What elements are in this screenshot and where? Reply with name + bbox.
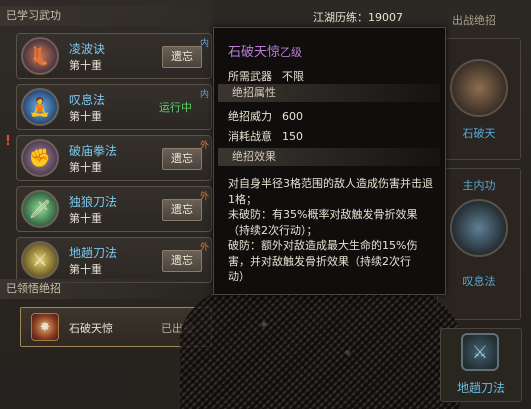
attr-header: 绝招属性 (218, 84, 440, 102)
meditation-icon: 🧘 (21, 88, 59, 126)
skill-row-dulang[interactable]: 🗡 独狼刀法 第十重 遗忘 外 (16, 186, 212, 232)
tooltip-title: 石破天惊乙级 (228, 41, 302, 60)
burst-icon: ✸ (31, 313, 59, 341)
power-line: 绝招威力 600 (228, 108, 303, 124)
inner-tag: 内 (199, 39, 209, 49)
skill-row-lingbo[interactable]: 👢 凌波诀 第十重 遗忘 内 (16, 33, 212, 79)
ultimate-tooltip: 石破天惊乙级 所需武器 不限 绝招属性 绝招威力 600 消耗战意 150 绝招效果 … (213, 27, 446, 295)
desc-line: 破防：额外对敌造成最大生命的15%伤 (228, 239, 418, 252)
weapon-line: 所需武器 不限 (228, 68, 304, 84)
alert-icon: ! (5, 134, 11, 149)
meditation-icon (450, 199, 508, 257)
desc-line: 动） (228, 270, 250, 283)
outer-tag: 外 (199, 141, 209, 151)
skill-row-ditang[interactable]: ⚔ 地趟刀法 第十重 遗忘 外 (16, 237, 212, 283)
ultimates-header: 已领悟绝招 (0, 279, 212, 299)
ultimate-slot[interactable]: 石破天 (437, 38, 521, 160)
weapon-label: 所需武器 (228, 70, 272, 83)
boot-icon: 👢 (21, 37, 59, 75)
outer-tag: 外 (199, 192, 209, 202)
xp-value: 19007 (368, 11, 403, 24)
desc-line: （持续2次行动）； (228, 223, 318, 237)
skill-level: 第十重 (69, 59, 102, 72)
outer-tag: 外 (199, 243, 209, 253)
forget-button[interactable]: 遗忘 (162, 46, 202, 68)
skill-row-tanxi[interactable]: 🧘 叹息法 第十重 运行中 内 (16, 84, 212, 130)
skill-name: 凌波诀 (69, 42, 106, 56)
skill-level: 第十重 (69, 161, 102, 174)
slot-label: 叹息法 (462, 275, 496, 288)
desc-line: 害，并对敌触发骨折效果（持续2次行 (228, 254, 411, 268)
fist-icon: ✊ (21, 139, 59, 177)
forget-button[interactable]: 遗忘 (162, 250, 202, 272)
cost-line: 消耗战意 150 (228, 128, 303, 144)
power-value: 600 (282, 110, 303, 123)
equipped-title: 出战绝招 (452, 14, 496, 27)
cost-label: 消耗战意 (228, 130, 272, 143)
ultimate-slot-ditang[interactable]: ⚔ 地趟刀法 (440, 328, 522, 402)
desc-line: 对自身半径3格范围的敌人造成伤害并击退 (228, 177, 433, 190)
skill-name: 地趟刀法 (69, 246, 118, 260)
learned-skills-header: 已学习武功 (0, 6, 212, 26)
slot-title: 主内功 (462, 179, 496, 192)
tooltip-grade: 乙级 (280, 46, 303, 59)
xp-readout: 江湖历练：19007 (313, 9, 403, 25)
skill-row-pomiao[interactable]: ! ✊ 破庙拳法 第十重 遗忘 外 (5, 134, 212, 181)
skill-name: 独狼刀法 (69, 195, 118, 209)
forget-button[interactable]: 遗忘 (162, 148, 202, 170)
skill-name: 破庙拳法 (69, 144, 118, 158)
burst-icon (450, 59, 508, 117)
xp-label: 江湖历练： (313, 11, 368, 24)
inner-skill-slot[interactable]: 主内功 叹息法 (437, 168, 521, 320)
weapon-value: 不限 (282, 70, 304, 83)
desc-line: 1格； (228, 192, 257, 206)
skill-name: 叹息法 (69, 93, 106, 107)
power-label: 绝招威力 (228, 110, 272, 123)
forget-button[interactable]: 遗忘 (162, 199, 202, 221)
skill-level: 第十重 (69, 212, 102, 225)
ultimate-name: 石破天惊 (69, 322, 113, 335)
skill-level: 第十重 (69, 263, 102, 276)
tooltip-name: 石破天惊 (228, 45, 281, 60)
running-status: 运行中 (159, 101, 192, 114)
effect-description: 对自身半径3格范围的敌人造成伤害并击退 1格； 未破防：有35%概率对敌触发骨折… (228, 176, 440, 285)
cost-value: 150 (282, 130, 303, 143)
slot-label: 地趟刀法 (456, 381, 505, 395)
skill-level: 第十重 (69, 110, 102, 123)
desc-line: 未破防：有35%概率对敌触发骨折效果 (228, 208, 418, 221)
slot-label: 石破天 (462, 127, 496, 140)
effect-header: 绝招效果 (218, 148, 440, 166)
blade-icon: 🗡 (21, 190, 59, 228)
dagger-icon: ⚔ (21, 241, 59, 279)
inner-tag: 内 (199, 90, 209, 100)
dagger-icon: ⚔ (461, 333, 499, 371)
